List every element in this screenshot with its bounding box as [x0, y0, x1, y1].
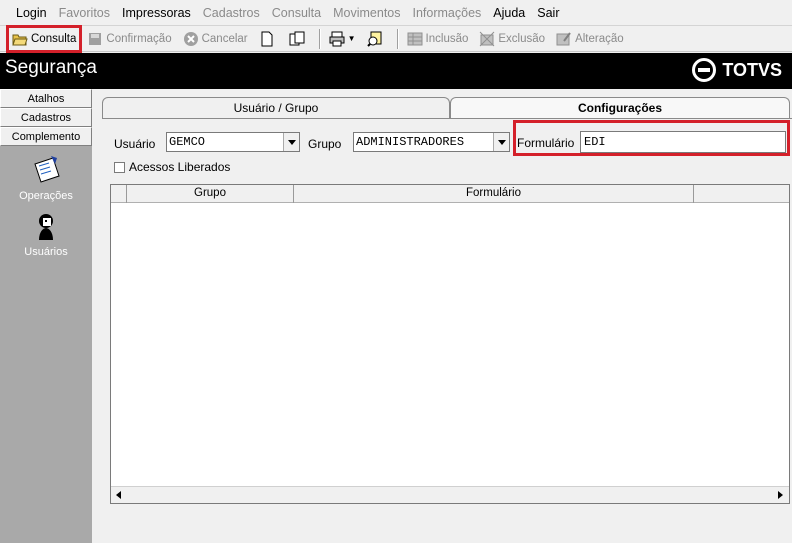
usuario-label: Usuário	[114, 137, 156, 151]
tab-usuario-grupo[interactable]: Usuário / Grupo	[102, 97, 450, 119]
menu-sair[interactable]: Sair	[531, 0, 565, 26]
menu-consulta[interactable]: Consulta	[266, 0, 327, 26]
totvs-logo-icon	[692, 58, 717, 82]
grupo-select[interactable]: ADMINISTRADORES	[353, 132, 510, 152]
grid-header: Grupo Formulário	[111, 185, 789, 203]
toolbar-separator	[396, 28, 399, 49]
confirmacao-button[interactable]: Confirmação	[83, 28, 175, 50]
new-document-button[interactable]	[255, 28, 282, 50]
grid-indicator-column	[111, 185, 127, 203]
horizontal-scrollbar[interactable]	[111, 486, 789, 503]
acessos-liberados-label: Acessos Liberados	[129, 160, 231, 174]
toolbar: Consulta Confirmação Cancelar ▼ Inclusão…	[0, 26, 792, 52]
acessos-liberados-checkbox[interactable]	[114, 162, 125, 173]
sidebar: Atalhos Cadastros Complemento Operações …	[0, 89, 92, 543]
menu-impressoras[interactable]: Impressoras	[116, 0, 197, 26]
exclusao-button[interactable]: Exclusão	[475, 28, 549, 50]
operacoes-label: Operações	[19, 190, 73, 202]
grid-edit-icon	[556, 31, 572, 47]
cancel-icon	[183, 31, 199, 47]
menu-ajuda[interactable]: Ajuda	[487, 0, 531, 26]
grupo-label: Grupo	[308, 137, 342, 151]
grid-column-formulario[interactable]: Formulário	[294, 185, 694, 203]
chevron-down-icon[interactable]	[283, 133, 299, 151]
access-grid[interactable]: Grupo Formulário	[110, 184, 790, 504]
find-icon	[366, 31, 383, 47]
inclusao-button[interactable]: Inclusão	[403, 28, 473, 50]
scroll-right-icon[interactable]	[772, 487, 789, 503]
print-button[interactable]: ▼	[325, 28, 360, 50]
confirmacao-label: Confirmação	[106, 32, 172, 45]
alteracao-button[interactable]: Alteração	[552, 28, 628, 50]
cancelar-button[interactable]: Cancelar	[179, 28, 252, 50]
alteracao-label: Alteração	[575, 32, 624, 45]
sidebar-tab-cadastros[interactable]: Cadastros	[0, 108, 92, 127]
menu-cadastros[interactable]: Cadastros	[197, 0, 266, 26]
logo-text: TOTVS	[722, 59, 782, 80]
sidebar-tab-atalhos[interactable]: Atalhos	[0, 89, 92, 108]
menu-bar: Login Favoritos Impressoras Cadastros Co…	[0, 0, 792, 26]
sidebar-tool-usuarios[interactable]: Usuários	[0, 210, 92, 258]
menu-movimentos[interactable]: Movimentos	[327, 0, 406, 26]
inclusao-label: Inclusão	[425, 32, 469, 45]
tab-configuracoes[interactable]: Configurações	[450, 97, 790, 119]
chevron-down-icon[interactable]	[493, 133, 509, 151]
copy-icon	[289, 31, 305, 47]
grupo-value: ADMINISTRADORES	[356, 135, 465, 149]
find-button[interactable]	[363, 28, 390, 50]
save-icon	[87, 31, 103, 47]
usuario-value: GEMCO	[169, 135, 206, 149]
toolbar-separator	[318, 28, 321, 49]
grid-add-icon	[407, 31, 423, 47]
operations-icon	[29, 154, 63, 186]
sidebar-tool-operacoes[interactable]: Operações	[0, 154, 92, 202]
copy-button[interactable]	[285, 28, 312, 50]
users-icon	[29, 210, 63, 242]
totvs-logo: TOTVS	[692, 58, 782, 82]
grid-column-grupo[interactable]: Grupo	[127, 185, 294, 203]
menu-informacoes[interactable]: Informações	[407, 0, 488, 26]
exclusao-label: Exclusão	[498, 32, 546, 45]
consulta-highlight	[6, 25, 82, 53]
page-title: Segurança	[5, 57, 97, 78]
new-document-icon	[259, 31, 275, 47]
scroll-left-icon[interactable]	[111, 487, 128, 503]
usuario-select[interactable]: GEMCO	[166, 132, 300, 152]
cancelar-label: Cancelar	[201, 32, 248, 45]
menu-favoritos[interactable]: Favoritos	[53, 0, 116, 26]
menu-login[interactable]: Login	[10, 0, 53, 26]
usuarios-label: Usuários	[24, 246, 68, 258]
printer-icon	[329, 31, 345, 47]
app-header: Segurança TOTVS	[0, 53, 792, 89]
sidebar-tab-complemento[interactable]: Complemento	[0, 127, 92, 146]
grid-delete-icon	[479, 31, 495, 47]
main-panel: Usuário / Grupo Configurações Usuário GE…	[92, 89, 792, 543]
formulario-highlight	[513, 120, 790, 156]
